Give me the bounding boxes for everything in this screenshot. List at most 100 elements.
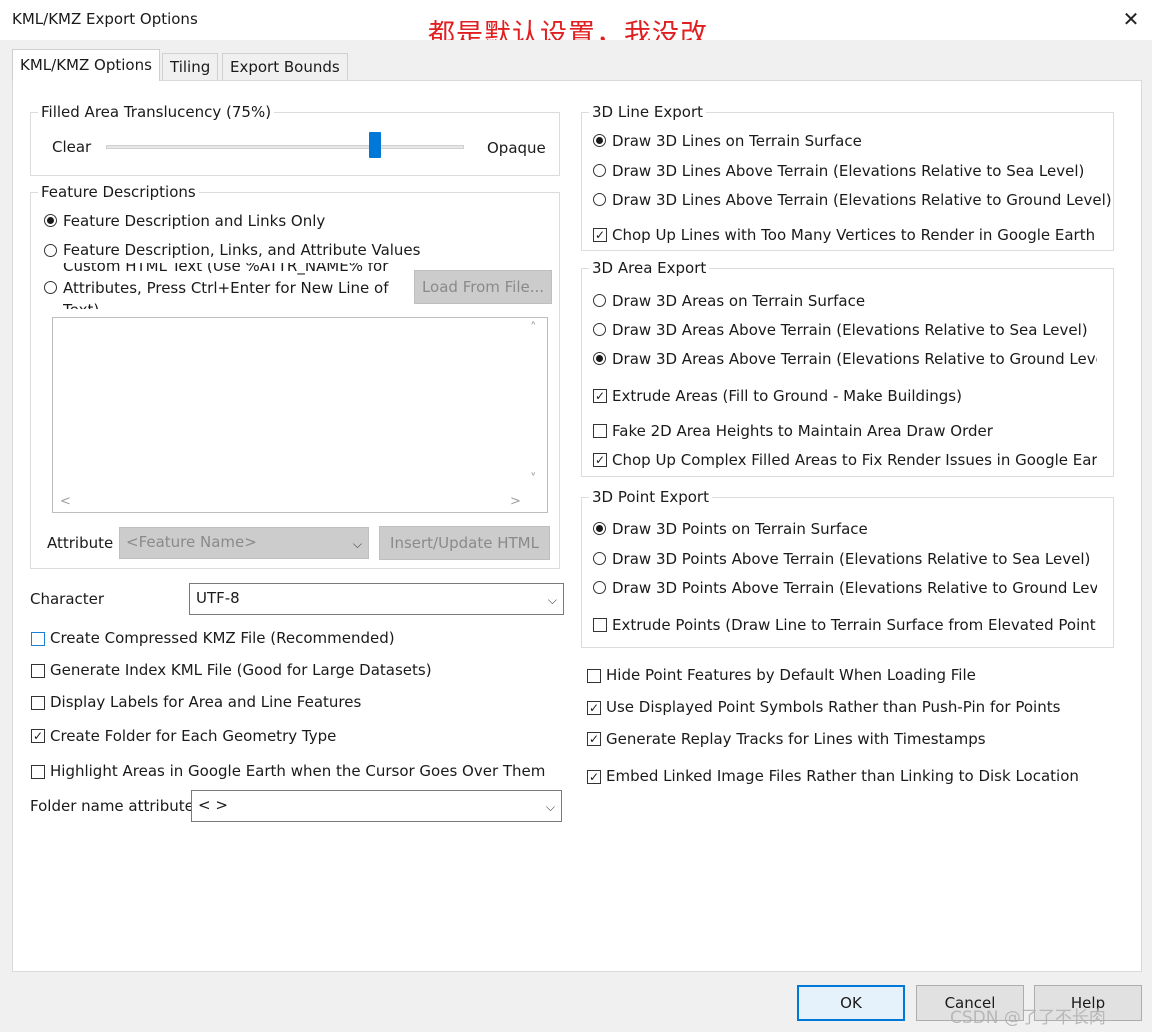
radio-desc-links-only-label: Feature Description and Links Only <box>63 212 326 230</box>
checkbox-display-labels[interactable] <box>31 696 45 710</box>
radio-areas-on-terrain-label: Draw 3D Areas on Terrain Surface <box>612 292 866 310</box>
radio-custom-html-label: Custom HTML Text (Use %ATTR_NAME% for At… <box>63 263 403 309</box>
feature-descriptions-legend: Feature Descriptions <box>38 183 199 201</box>
checkbox-fake-2d-heights[interactable] <box>593 424 607 438</box>
custom-html-label-line2: Attributes, Press Ctrl+Enter for New Lin… <box>63 279 389 297</box>
scroll-down-icon[interactable]: ˅ <box>530 472 537 487</box>
checkbox-hide-points[interactable] <box>587 669 601 683</box>
checkbox-index-kml-label: Generate Index KML File (Good for Large … <box>50 661 432 679</box>
radio-points-on-terrain[interactable] <box>593 522 606 535</box>
tab-tiling[interactable]: Tiling <box>162 53 219 80</box>
radio-points-ground-level[interactable] <box>593 581 606 594</box>
radio-lines-on-terrain-label: Draw 3D Lines on Terrain Surface <box>612 132 862 150</box>
checkbox-folder-per-geometry[interactable]: ✓ <box>31 729 45 743</box>
area-export-legend: 3D Area Export <box>589 259 710 277</box>
custom-html-textarea[interactable] <box>52 317 548 513</box>
character-select[interactable]: UTF-8 ⌵ <box>189 583 564 615</box>
insert-update-html-button[interactable]: Insert/Update HTML <box>379 526 550 560</box>
checkbox-displayed-symbols-label: Use Displayed Point Symbols Rather than … <box>606 698 1061 716</box>
load-from-file-button[interactable]: Load From File... <box>414 270 552 304</box>
radio-desc-links-attrs-label: Feature Description, Links, and Attribut… <box>63 241 421 259</box>
checkbox-replay-tracks-label: Generate Replay Tracks for Lines with Ti… <box>606 730 986 748</box>
radio-lines-sea-level-label: Draw 3D Lines Above Terrain (Elevations … <box>612 162 1085 180</box>
character-label: Character <box>30 590 105 608</box>
checkmark-icon: ✓ <box>594 228 606 242</box>
tab-export-bounds[interactable]: Export Bounds <box>222 53 348 80</box>
folder-name-label: Folder name attribute: <box>30 797 199 815</box>
checkbox-chop-lines[interactable]: ✓ <box>593 228 607 242</box>
checkbox-extrude-areas[interactable]: ✓ <box>593 389 607 403</box>
point-export-legend: 3D Point Export <box>589 488 712 506</box>
radio-areas-ground-level[interactable] <box>593 352 606 365</box>
checkbox-chop-lines-label: Chop Up Lines with Too Many Vertices to … <box>612 226 1096 244</box>
checkbox-highlight-areas[interactable] <box>31 765 45 779</box>
ok-button[interactable]: OK <box>797 985 905 1021</box>
checkbox-hide-points-label: Hide Point Features by Default When Load… <box>606 666 976 684</box>
radio-custom-html[interactable] <box>44 281 57 294</box>
checkbox-fake-2d-heights-label: Fake 2D Area Heights to Maintain Area Dr… <box>612 422 993 440</box>
checkbox-compressed-kmz[interactable] <box>31 632 45 646</box>
radio-points-sea-level-label: Draw 3D Points Above Terrain (Elevations… <box>612 550 1091 568</box>
checkmark-icon: ✓ <box>32 729 44 743</box>
checkbox-extrude-points[interactable] <box>593 618 607 632</box>
radio-lines-on-terrain[interactable] <box>593 134 606 147</box>
watermark: CSDN @了了不长肉 <box>950 1008 1106 1028</box>
point-export-content: Draw 3D Points on Terrain Surface Draw 3… <box>581 510 1097 645</box>
close-button[interactable]: ✕ <box>1120 6 1142 32</box>
folder-name-select[interactable]: < > ⌵ <box>191 790 562 822</box>
chevron-down-icon: ⌵ <box>545 800 555 814</box>
radio-desc-links-attrs[interactable] <box>44 244 57 257</box>
checkmark-icon: ✓ <box>594 389 606 403</box>
radio-points-sea-level[interactable] <box>593 552 606 565</box>
checkbox-embed-images[interactable]: ✓ <box>587 770 601 784</box>
checkbox-displayed-symbols[interactable]: ✓ <box>587 701 601 715</box>
area-export-content: Draw 3D Areas on Terrain Surface Draw 3D… <box>581 280 1097 476</box>
chevron-down-icon: ⌵ <box>352 537 362 551</box>
checkbox-extrude-points-label: Extrude Points (Draw Line to Terrain Sur… <box>612 616 1097 634</box>
line-export-legend: 3D Line Export <box>589 103 706 121</box>
custom-html-label-line3: Text) <box>63 300 99 309</box>
translucency-group <box>30 112 560 176</box>
checkmark-icon: ✓ <box>594 453 606 467</box>
attribute-select-value: <Feature Name> <box>126 533 257 551</box>
radio-points-ground-level-label: Draw 3D Points Above Terrain (Elevations… <box>612 579 1097 597</box>
checkbox-chop-areas-label: Chop Up Complex Filled Areas to Fix Rend… <box>612 451 1097 469</box>
checkmark-icon: ✓ <box>588 701 600 715</box>
radio-areas-on-terrain[interactable] <box>593 294 606 307</box>
radio-lines-sea-level[interactable] <box>593 164 606 177</box>
checkbox-extrude-areas-label: Extrude Areas (Fill to Ground - Make Bui… <box>612 387 962 405</box>
slider-left-label: Clear <box>52 138 92 156</box>
checkbox-highlight-areas-label: Highlight Areas in Google Earth when the… <box>50 762 546 780</box>
checkbox-folder-per-geometry-label: Create Folder for Each Geometry Type <box>50 727 337 745</box>
radio-areas-sea-level-label: Draw 3D Areas Above Terrain (Elevations … <box>612 321 1088 339</box>
window-title: KML/KMZ Export Options <box>12 10 198 28</box>
radio-areas-ground-level-label: Draw 3D Areas Above Terrain (Elevations … <box>612 350 1097 368</box>
translucency-slider-thumb[interactable] <box>368 132 381 158</box>
scroll-right-icon[interactable]: > <box>510 494 521 509</box>
tab-kml-kmz-options[interactable]: KML/KMZ Options <box>12 49 160 81</box>
attribute-select[interactable]: <Feature Name> ⌵ <box>119 527 369 559</box>
radio-lines-ground-level[interactable] <box>593 193 606 206</box>
radio-areas-sea-level[interactable] <box>593 323 606 336</box>
checkbox-replay-tracks[interactable]: ✓ <box>587 732 601 746</box>
checkbox-chop-areas[interactable]: ✓ <box>593 453 607 467</box>
checkbox-display-labels-label: Display Labels for Area and Line Feature… <box>50 693 362 711</box>
checkbox-compressed-kmz-label: Create Compressed KMZ File (Recommended) <box>50 629 395 647</box>
attribute-label: Attribute <box>47 534 114 552</box>
checkmark-icon: ✓ <box>588 770 600 784</box>
radio-lines-ground-level-label: Draw 3D Lines Above Terrain (Elevations … <box>612 191 1112 209</box>
chevron-down-icon: ⌵ <box>547 593 557 607</box>
folder-name-select-value: < > <box>198 796 228 814</box>
scroll-left-icon[interactable]: < <box>60 494 71 509</box>
translucency-slider[interactable] <box>106 145 464 149</box>
character-select-value: UTF-8 <box>196 589 240 607</box>
checkbox-index-kml[interactable] <box>31 664 45 678</box>
translucency-legend: Filled Area Translucency (75%) <box>38 103 275 121</box>
checkbox-embed-images-label: Embed Linked Image Files Rather than Lin… <box>606 767 1079 785</box>
custom-html-label-line1: Custom HTML Text (Use %ATTR_NAME% for <box>63 263 389 275</box>
slider-right-label: Opaque <box>487 139 546 157</box>
radio-points-on-terrain-label: Draw 3D Points on Terrain Surface <box>612 520 868 538</box>
checkmark-icon: ✓ <box>588 732 600 746</box>
radio-desc-links-only[interactable] <box>44 214 57 227</box>
scroll-up-icon[interactable]: ˄ <box>530 321 537 336</box>
